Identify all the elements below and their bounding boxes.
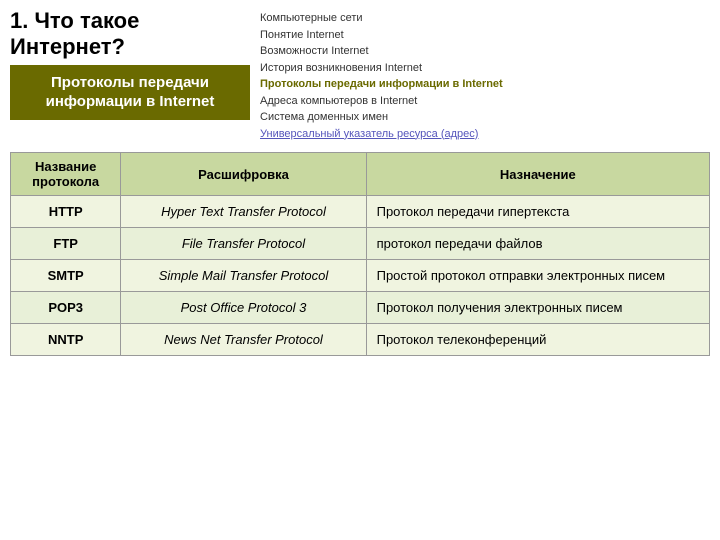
protocol-decode: Simple Mail Transfer Protocol <box>121 260 366 292</box>
nav-item-1[interactable]: Понятие Internet <box>260 27 710 44</box>
protocol-decode: Post Office Protocol 3 <box>121 292 366 324</box>
col-header-name: Название протокола <box>11 153 121 196</box>
table-row: NNTPNews Net Transfer ProtocolПротокол т… <box>11 324 710 356</box>
nav-item-0[interactable]: Компьютерные сети <box>260 10 710 27</box>
header: 1. Что такое Интернет? Протоколы передач… <box>0 0 720 146</box>
page: 1. Что такое Интернет? Протоколы передач… <box>0 0 720 540</box>
protocol-name: POP3 <box>11 292 121 324</box>
protocol-purpose: Протокол получения электронных писем <box>366 292 709 324</box>
protocols-table: Название протокола Расшифровка Назначени… <box>10 152 710 356</box>
protocol-name: NNTP <box>11 324 121 356</box>
protocol-purpose: Протокол передачи гипертекста <box>366 196 709 228</box>
protocol-name: SMTP <box>11 260 121 292</box>
nav-item-6[interactable]: Система доменных имен <box>260 109 710 126</box>
protocol-decode: News Net Transfer Protocol <box>121 324 366 356</box>
nav-item-2[interactable]: Возможности Internet <box>260 43 710 60</box>
table-header-row: Название протокола Расшифровка Назначени… <box>11 153 710 196</box>
table-row: HTTPHyper Text Transfer ProtocolПротокол… <box>11 196 710 228</box>
nav-item-3[interactable]: История возникновения Internet <box>260 60 710 77</box>
protocol-name: HTTP <box>11 196 121 228</box>
nav-item-7[interactable]: Универсальный указатель ресурса (адрес) <box>260 126 710 143</box>
table-row: SMTPSimple Mail Transfer ProtocolПростой… <box>11 260 710 292</box>
table-section: Название протокола Расшифровка Назначени… <box>0 146 720 540</box>
protocol-purpose: Протокол телеконференций <box>366 324 709 356</box>
protocol-decode: Hyper Text Transfer Protocol <box>121 196 366 228</box>
protocol-name: FTP <box>11 228 121 260</box>
col-header-purpose: Назначение <box>366 153 709 196</box>
page-title: 1. Что такое Интернет? <box>10 8 250 61</box>
col-header-decode: Расшифровка <box>121 153 366 196</box>
table-row: FTPFile Transfer Protocolпротокол переда… <box>11 228 710 260</box>
protocol-purpose: Простой протокол отправки электронных пи… <box>366 260 709 292</box>
protocol-decode: File Transfer Protocol <box>121 228 366 260</box>
nav-item-4[interactable]: Протоколы передачи информации в Internet <box>260 76 710 93</box>
nav-menu: Компьютерные сети Понятие Internet Возмо… <box>260 8 710 142</box>
header-left: 1. Что такое Интернет? Протоколы передач… <box>10 8 250 142</box>
subtitle-box: Протоколы передачи информации в Internet <box>10 65 250 120</box>
nav-item-5[interactable]: Адреса компьютеров в Internet <box>260 93 710 110</box>
protocol-purpose: протокол передачи файлов <box>366 228 709 260</box>
table-row: POP3Post Office Protocol 3Протокол получ… <box>11 292 710 324</box>
